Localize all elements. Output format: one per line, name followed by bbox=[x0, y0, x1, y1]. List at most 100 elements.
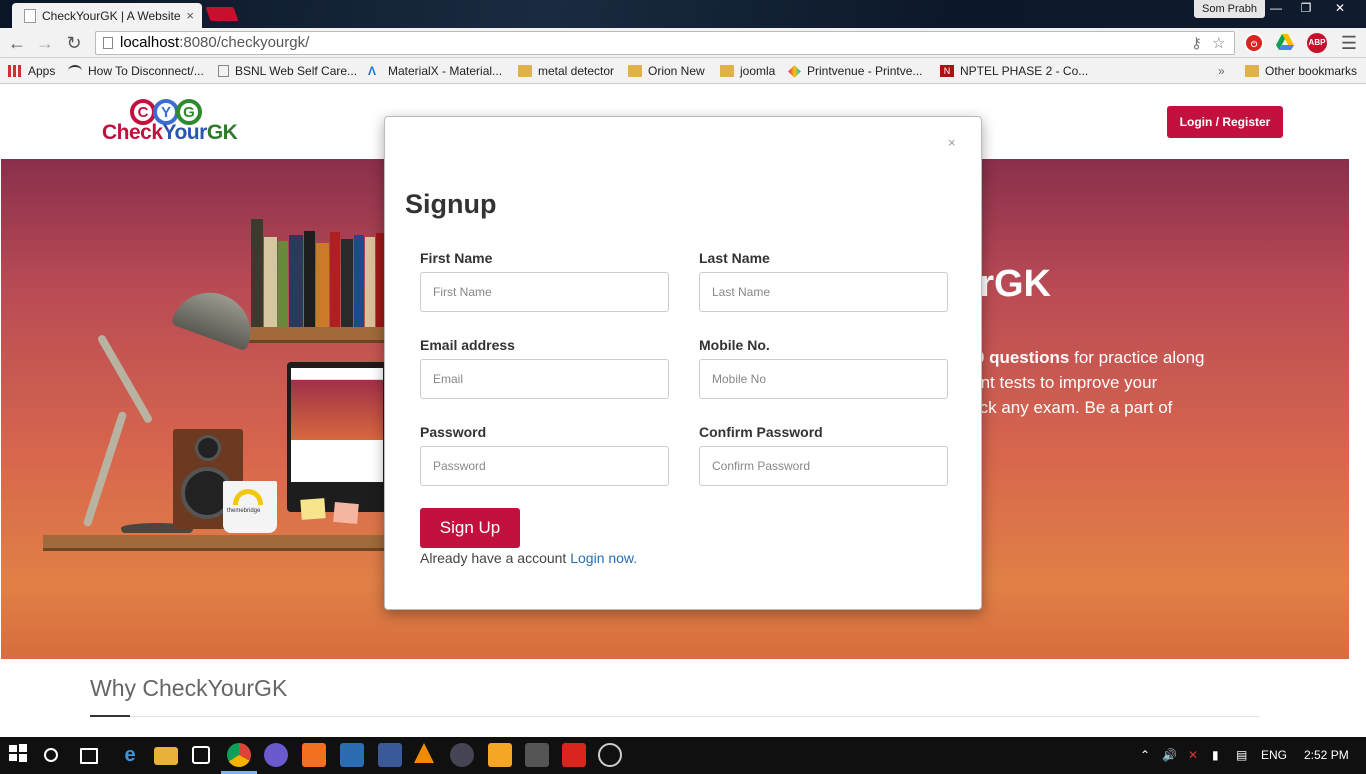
folder-icon bbox=[628, 65, 642, 77]
minimize-icon[interactable]: — bbox=[1262, 0, 1290, 18]
bookmark-nptel[interactable]: N NPTEL PHASE 2 - Co... bbox=[940, 63, 1088, 79]
acrobat-icon[interactable] bbox=[562, 743, 586, 767]
tab-close-icon[interactable]: × bbox=[186, 8, 194, 23]
bookmark-orion-new[interactable]: Orion New bbox=[628, 63, 705, 79]
hero-text-line: for practice along bbox=[1069, 348, 1205, 367]
browser-tab[interactable]: CheckYourGK | A Website × bbox=[12, 3, 202, 28]
clock[interactable]: 2:52 PM bbox=[1304, 737, 1349, 774]
site-logo[interactable]: C Y G CheckYourGK bbox=[102, 99, 262, 149]
folder-icon bbox=[1245, 65, 1259, 77]
login-prompt: Already have a account Login now. bbox=[420, 550, 637, 566]
bookmark-joomla[interactable]: joomla bbox=[720, 63, 775, 79]
bookmark-how-to-disconnect[interactable]: How To Disconnect/... bbox=[68, 63, 204, 79]
divider-accent bbox=[90, 715, 130, 717]
extension-power-icon[interactable]: ⏻ bbox=[1244, 33, 1264, 53]
sticky-note bbox=[333, 501, 359, 525]
edge-icon[interactable]: e bbox=[118, 743, 142, 767]
google-drive-icon[interactable] bbox=[1275, 33, 1295, 53]
restore-icon[interactable]: ❐ bbox=[1292, 0, 1320, 18]
mobile-field[interactable] bbox=[699, 359, 948, 399]
xampp-icon[interactable] bbox=[302, 743, 326, 767]
chrome-icon[interactable] bbox=[227, 743, 251, 767]
bookmark-apps[interactable]: Apps bbox=[8, 63, 55, 79]
app-icon[interactable] bbox=[525, 743, 549, 767]
volume-icon[interactable]: 🔊 bbox=[1162, 737, 1177, 774]
tabstrip-background bbox=[0, 0, 1366, 28]
profile-button[interactable]: Som Prabh bbox=[1194, 0, 1266, 18]
reload-icon[interactable]: ↻ bbox=[63, 32, 85, 54]
forward-icon[interactable]: → bbox=[34, 32, 56, 54]
coffee-mug: themebridge bbox=[223, 481, 277, 533]
confirm-password-label: Confirm Password bbox=[699, 424, 823, 440]
last-name-field[interactable] bbox=[699, 272, 948, 312]
login-prompt-text: Already have a account bbox=[420, 550, 571, 566]
logo-word-check: Check bbox=[102, 121, 163, 144]
other-bookmarks[interactable]: Other bookmarks bbox=[1245, 63, 1357, 79]
bookmark-bsnl[interactable]: BSNL Web Self Care... bbox=[218, 63, 357, 79]
bookmark-label: Other bookmarks bbox=[1265, 64, 1358, 78]
back-icon[interactable]: ← bbox=[6, 32, 28, 54]
divider bbox=[90, 716, 1260, 717]
bookmark-printvenue[interactable]: Printvenue - Printve... bbox=[788, 63, 923, 79]
new-tab-button[interactable] bbox=[205, 7, 239, 21]
windows-start-icon[interactable] bbox=[8, 743, 32, 767]
logo-word-gk: GK bbox=[206, 121, 238, 144]
notifications-icon[interactable]: ▤ bbox=[1236, 737, 1247, 774]
modal-close-icon[interactable]: × bbox=[948, 135, 956, 150]
bookmark-label: How To Disconnect/... bbox=[88, 64, 204, 78]
file-explorer-icon[interactable] bbox=[154, 747, 178, 765]
confirm-password-field[interactable] bbox=[699, 446, 948, 486]
last-name-label: Last Name bbox=[699, 250, 770, 266]
login-now-link[interactable]: Login now. bbox=[570, 550, 637, 566]
settings-gear-icon[interactable] bbox=[598, 743, 622, 767]
book-row bbox=[251, 217, 385, 327]
apps-grid-icon bbox=[8, 65, 22, 77]
bookmark-label: Apps bbox=[28, 64, 56, 78]
search-icon[interactable] bbox=[44, 748, 58, 762]
mug-brand: themebridge bbox=[227, 508, 261, 514]
bookmark-label: MaterialX - Material... bbox=[388, 64, 503, 78]
folder-icon bbox=[720, 65, 734, 77]
sign-up-button[interactable]: Sign Up bbox=[420, 508, 520, 548]
first-name-label: First Name bbox=[420, 250, 493, 266]
app-icon[interactable] bbox=[378, 743, 402, 767]
folder-icon bbox=[518, 65, 532, 77]
bookmark-label: joomla bbox=[740, 64, 776, 78]
bookmarks-bar: Apps How To Disconnect/... BSNL Web Self… bbox=[0, 58, 1366, 84]
language-indicator[interactable]: ENG bbox=[1261, 737, 1287, 774]
printvenue-icon bbox=[788, 64, 801, 78]
bookmark-star-icon[interactable]: ☆ bbox=[1212, 33, 1225, 55]
monitor bbox=[287, 362, 387, 512]
app-icon[interactable] bbox=[264, 743, 288, 767]
link-icon bbox=[68, 65, 82, 77]
key-icon[interactable]: ⚷ bbox=[1191, 33, 1202, 55]
battery-icon[interactable]: ▮ bbox=[1212, 737, 1219, 774]
task-view-icon[interactable] bbox=[80, 748, 98, 764]
bookmarks-overflow-button[interactable]: » bbox=[1218, 63, 1225, 79]
media-player-icon[interactable] bbox=[488, 743, 512, 767]
bookmark-label: NPTEL PHASE 2 - Co... bbox=[960, 64, 1089, 78]
app-icon[interactable] bbox=[450, 743, 474, 767]
password-field[interactable] bbox=[420, 446, 669, 486]
browser-tab-strip: CheckYourGK | A Website × Som Prabh — ❐ … bbox=[0, 0, 1366, 28]
network-icon[interactable]: ✕ bbox=[1188, 737, 1198, 774]
hero-description: 000 questions for practice along erent t… bbox=[956, 345, 1256, 445]
bookmark-label: Printvenue - Printve... bbox=[807, 64, 923, 78]
vlc-icon[interactable] bbox=[414, 743, 434, 763]
bookmark-materialx[interactable]: Λ MaterialX - Material... bbox=[368, 63, 502, 79]
tray-up-chevron-icon[interactable]: ⌃ bbox=[1140, 737, 1150, 774]
store-icon[interactable] bbox=[192, 746, 210, 764]
logo-word-your: Your bbox=[162, 121, 208, 144]
upper-shelf bbox=[241, 327, 401, 343]
menu-icon[interactable]: ☰ bbox=[1338, 32, 1360, 54]
email-field[interactable] bbox=[420, 359, 669, 399]
logo-wordmark: CheckYourGK bbox=[102, 121, 238, 145]
address-bar[interactable]: localhost:8080/checkyourgk/ ⚷ ☆ bbox=[95, 31, 1235, 55]
page-icon bbox=[103, 37, 113, 49]
close-window-icon[interactable]: ✕ bbox=[1326, 0, 1354, 18]
notepad-icon[interactable] bbox=[340, 743, 364, 767]
adblock-plus-icon[interactable]: ABP bbox=[1307, 33, 1327, 53]
bookmark-metal-detector[interactable]: metal detector bbox=[518, 63, 614, 79]
login-register-button[interactable]: Login / Register bbox=[1167, 106, 1283, 138]
first-name-field[interactable] bbox=[420, 272, 669, 312]
